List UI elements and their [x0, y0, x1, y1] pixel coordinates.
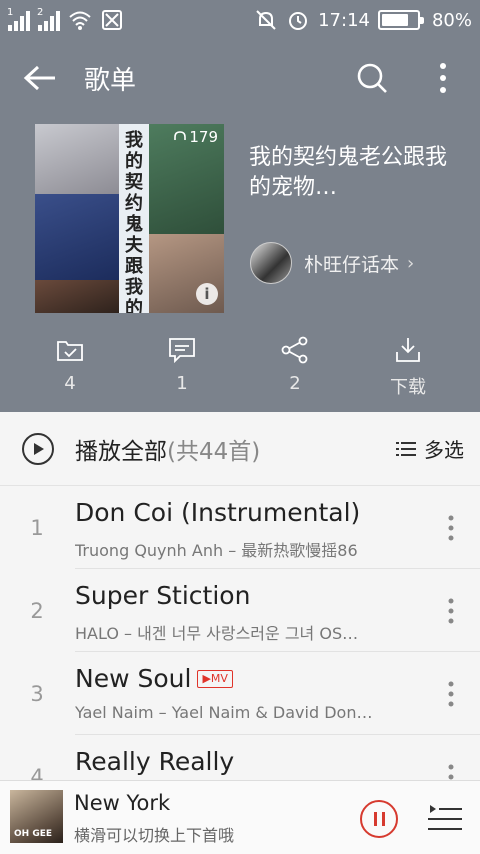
data-disabled-icon [102, 10, 122, 30]
now-playing-title: New York [74, 791, 171, 815]
battery-icon [377, 10, 424, 30]
page-title: 歌单 [84, 65, 137, 96]
chevron-right-icon: › [407, 252, 415, 274]
playlist-title: 我的契约鬼老公跟我的宠物… [249, 145, 448, 200]
download-icon [396, 338, 420, 362]
status-time: 17:14 [318, 9, 370, 31]
top-bar: 歌单 [0, 50, 480, 106]
search-button[interactable] [350, 56, 394, 100]
comment-button[interactable]: 1 [142, 335, 222, 394]
song-row[interactable]: 1 Don Coi (Instrumental) Truong Quynh An… [0, 486, 480, 569]
song-more-icon[interactable] [446, 514, 456, 542]
list-icon [396, 441, 416, 456]
song-title: Don Coi (Instrumental) [75, 498, 360, 527]
song-title-text: Really Really [75, 747, 235, 776]
pause-icon [373, 812, 377, 826]
art-text: OH GEE [14, 829, 52, 839]
back-button[interactable] [10, 50, 70, 106]
status-bar: 1 2 17:14 80% [0, 0, 480, 40]
list-header: 播放全部 (共44首) 多选 [0, 412, 480, 486]
signal-sim2-icon: 2 [37, 7, 60, 31]
mv-badge[interactable]: ▶MV [197, 669, 233, 688]
song-title-text: Super Stiction [75, 581, 251, 610]
creator-avatar [250, 242, 292, 284]
download-button[interactable]: 下载 [368, 335, 448, 399]
creator-link[interactable]: 朴旺仔话本 › [250, 242, 414, 284]
play-all-label: 播放全部 [75, 438, 167, 465]
battery-percent: 80% [431, 9, 472, 31]
info-button[interactable]: i [196, 283, 218, 305]
playlist-queue-icon[interactable] [428, 803, 462, 833]
song-row[interactable]: 3 New Soul ▶MV Yael Naim – Yael Naim & D… [0, 652, 480, 735]
sim1-label: 1 [7, 7, 14, 18]
arrow-left-icon [23, 65, 55, 91]
share-button[interactable]: 2 [255, 335, 335, 394]
song-row[interactable]: 2 Super Stiction HALO – 내겐 너무 사랑스러운 그녀 O… [0, 569, 480, 652]
song-more-icon[interactable] [446, 597, 456, 625]
wifi-icon [69, 11, 91, 30]
play-count: 179 [173, 128, 218, 146]
playlist-cover[interactable]: 我的契约鬼夫跟我的宠物 179 i [35, 124, 224, 313]
song-index: 3 [30, 682, 44, 706]
alarm-clock-icon [289, 12, 308, 30]
more-vertical-icon [440, 63, 446, 93]
collect-count: 4 [64, 373, 76, 394]
song-more-icon[interactable] [446, 680, 456, 708]
headphone-icon [174, 131, 187, 140]
cover-text: 我的契约鬼夫跟我的宠物 [125, 130, 143, 313]
song-index: 1 [30, 516, 44, 540]
mute-bell-icon [256, 10, 276, 30]
play-circle-icon [22, 432, 54, 465]
now-playing-hint: 横滑可以切换上下首哦 [74, 826, 235, 845]
comment-icon [169, 338, 195, 364]
share-count: 2 [289, 373, 301, 394]
download-label: 下载 [390, 377, 426, 398]
song-title-text: Don Coi (Instrumental) [75, 498, 361, 527]
creator-name: 朴旺仔话本 [304, 253, 400, 276]
song-title: New Soul ▶MV [75, 664, 233, 693]
song-subtitle: Yael Naim – Yael Naim & David Don… [75, 703, 373, 722]
now-playing-art[interactable]: OH GEE [10, 790, 63, 843]
song-title: Super Stiction [75, 581, 250, 610]
comment-count: 1 [176, 373, 188, 394]
signal-sim1-icon: 1 [7, 7, 30, 31]
pause-button[interactable] [360, 800, 398, 838]
song-title-text: New Soul [75, 664, 192, 693]
song-count: (共44首) [167, 438, 261, 465]
search-icon [357, 63, 387, 93]
multi-select-button[interactable]: 多选 [396, 434, 464, 463]
song-subtitle: HALO – 내겐 너무 사랑스러운 그녀 OS… [75, 624, 359, 643]
folder-check-icon [57, 341, 83, 361]
song-subtitle: Truong Quynh Anh – 最新热歌慢摇86 [75, 541, 358, 560]
play-all-button[interactable]: 播放全部 (共44首) [22, 432, 260, 466]
playlist-header: 1 2 17:14 80% 歌单 我的契约鬼夫跟我的 179 i 我的契约鬼老公… [0, 0, 480, 412]
sim2-label: 2 [37, 7, 44, 18]
collect-button[interactable]: 4 [30, 335, 110, 394]
share-icon [281, 336, 308, 364]
multi-select-label: 多选 [424, 438, 464, 462]
more-button[interactable] [426, 56, 460, 100]
song-title: Really Really [75, 747, 234, 776]
song-index: 2 [30, 599, 44, 623]
song-list: 1 Don Coi (Instrumental) Truong Quynh An… [0, 486, 480, 818]
play-count-value: 179 [189, 128, 218, 146]
action-bar: 4 1 2 下载 [0, 335, 480, 405]
mini-player[interactable]: OH GEE New York 横滑可以切换上下首哦 [0, 780, 480, 854]
